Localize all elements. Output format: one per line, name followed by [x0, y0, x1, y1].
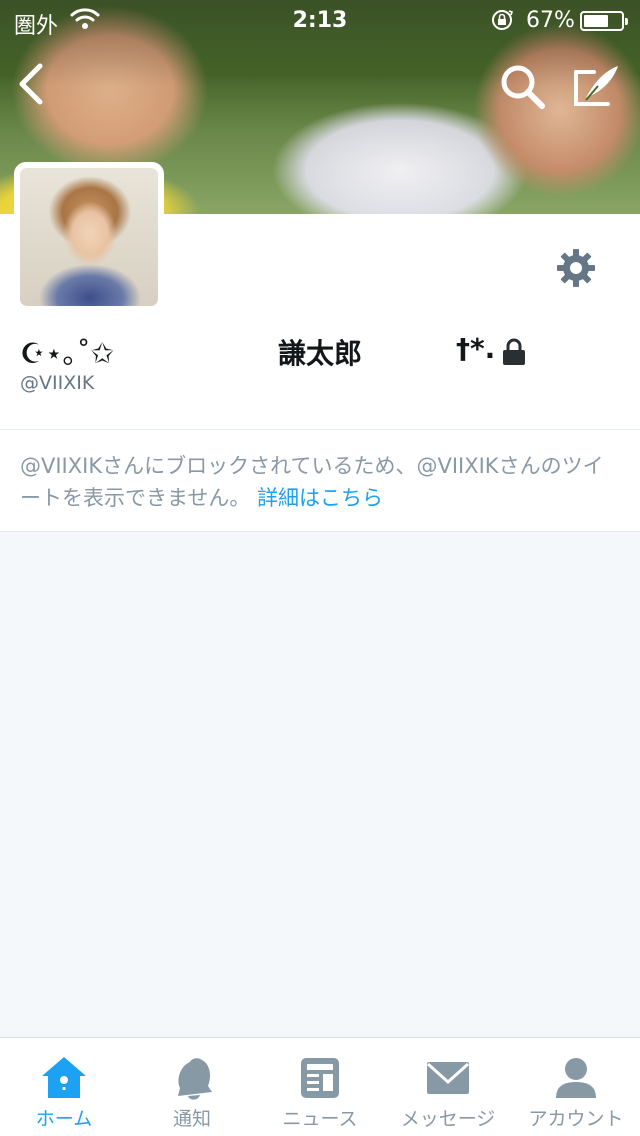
person-icon — [556, 1058, 596, 1098]
tab-news-label: ニュース — [282, 1108, 358, 1130]
tab-bar: ホーム 通知 ニュース メッセージ アカウント — [0, 1037, 640, 1136]
display-name-text: 謙太郎 — [278, 337, 363, 370]
back-button[interactable] — [14, 62, 50, 106]
screen-name: @VIIXIK — [20, 372, 95, 394]
compose-icon — [574, 66, 618, 106]
search-icon — [501, 65, 545, 109]
tab-news[interactable]: ニュース — [256, 1038, 384, 1136]
bell-icon — [178, 1058, 212, 1100]
tab-home[interactable]: ホーム — [0, 1038, 128, 1136]
battery-percent: 67% — [526, 8, 575, 33]
rotation-lock-icon — [490, 8, 516, 38]
compose-tweet-button[interactable] — [572, 62, 622, 108]
timeline-area — [0, 532, 640, 1037]
display-name-decoration-right: †*. — [456, 332, 496, 365]
status-bar: 圏外 2:13 67% — [0, 0, 640, 40]
profile-settings-button[interactable] — [555, 247, 597, 289]
tab-messages-label: メッセージ — [400, 1108, 496, 1130]
display-name-decoration-left: ☪︎⋆｡˚✩ — [20, 337, 115, 370]
blocked-notice: @VIIXIKさんにブロックされているため、@VIIXIKさんのツイートを表示で… — [0, 430, 640, 532]
avatar[interactable] — [14, 162, 164, 312]
chevron-left-icon — [19, 63, 43, 105]
avatar-photo — [20, 168, 158, 306]
home-icon — [42, 1057, 86, 1098]
tab-home-label: ホーム — [35, 1108, 93, 1130]
search-button[interactable] — [498, 62, 546, 110]
tab-notifications[interactable]: 通知 — [128, 1038, 256, 1136]
tab-messages[interactable]: メッセージ — [384, 1038, 512, 1136]
envelope-icon — [426, 1062, 470, 1094]
tab-account-label: アカウント — [528, 1108, 624, 1130]
protected-lock-icon — [502, 338, 526, 373]
gear-icon — [557, 249, 595, 287]
display-name: ☪︎⋆｡˚✩ 謙太郎 †*. — [20, 332, 540, 372]
tab-account[interactable]: アカウント — [512, 1038, 640, 1136]
learn-more-link[interactable]: 詳細はこちら — [257, 486, 383, 510]
tab-notifications-label: 通知 — [172, 1108, 211, 1130]
news-icon — [301, 1058, 339, 1098]
battery-icon — [580, 11, 628, 31]
